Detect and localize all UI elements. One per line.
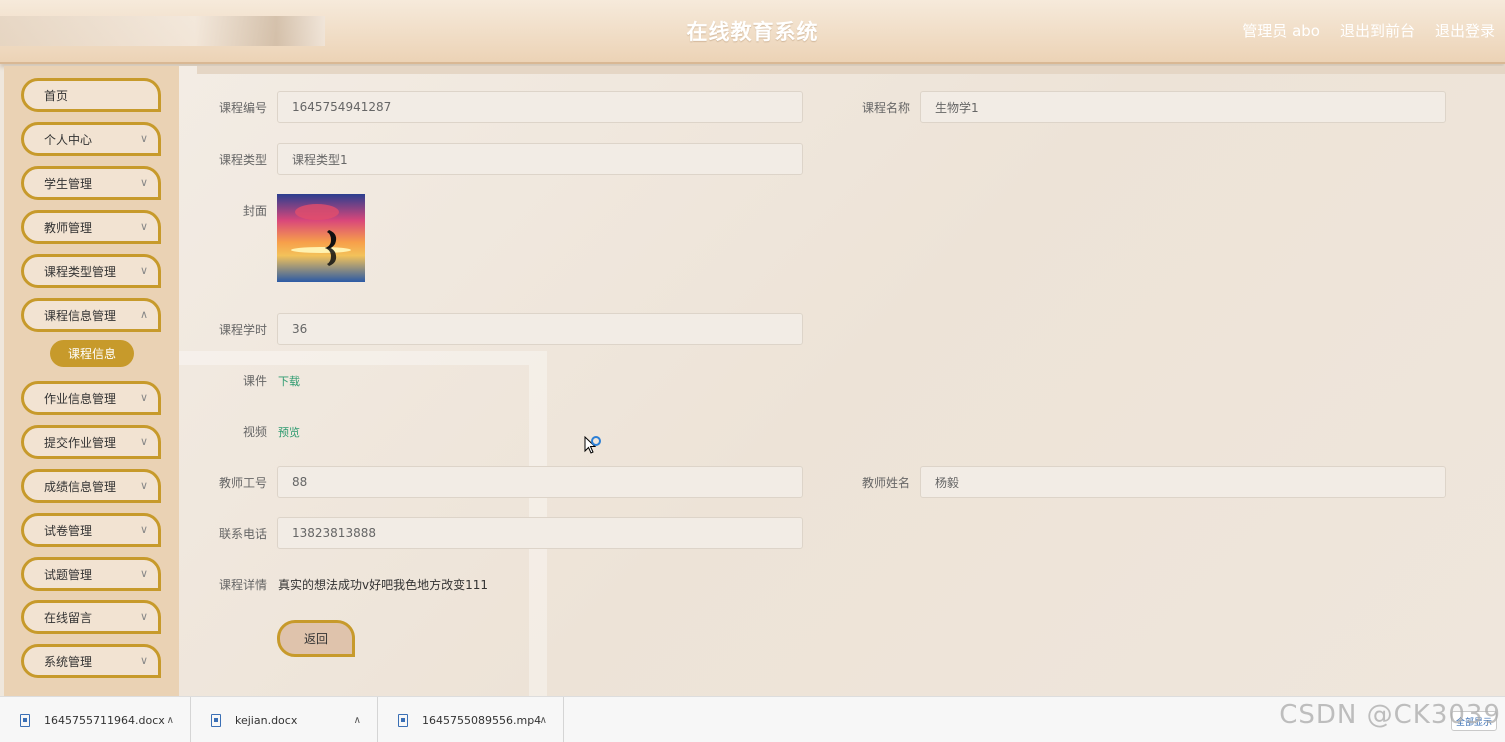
course-detail-text: 真实的想法成功v好吧我色地方改变111 bbox=[278, 578, 489, 592]
sidebar-item-label: 系统管理 bbox=[44, 654, 93, 669]
header-links: 管理员 abo 退出到前台 退出登录 bbox=[1242, 20, 1495, 41]
sidebar-item-question-management[interactable]: 试题管理 ∨ bbox=[21, 557, 161, 591]
sidebar-item-label: 提交作业管理 bbox=[44, 435, 117, 450]
download-filename: 1645755089556.mp4 bbox=[422, 713, 542, 727]
hours-field[interactable]: 36 bbox=[277, 313, 803, 345]
word-file-icon bbox=[211, 713, 221, 727]
download-item[interactable]: 1645755089556.mp4 ∧ bbox=[378, 697, 564, 742]
sidebar-item-label: 试题管理 bbox=[44, 567, 93, 582]
submenu-course-info[interactable]: 课程信息 bbox=[50, 340, 134, 367]
phone-label: 联系电话 bbox=[218, 527, 267, 541]
chevron-down-icon: ∨ bbox=[139, 479, 148, 492]
chevron-down-icon: ∨ bbox=[139, 132, 148, 145]
chevron-down-icon: ∨ bbox=[139, 654, 148, 667]
sidebar-item-system-management[interactable]: 系统管理 ∨ bbox=[21, 644, 161, 678]
main-content: 课程编号 1645754941287 课程名称 生物学1 课程类型 课程类型1 … bbox=[179, 66, 1505, 696]
download-item[interactable]: kejian.docx ∧ bbox=[191, 697, 378, 742]
sidebar-item-label: 课程类型管理 bbox=[44, 264, 117, 279]
video-label: 视频 bbox=[242, 425, 267, 439]
chevron-down-icon: ∨ bbox=[139, 176, 148, 189]
sidebar-item-label: 教师管理 bbox=[44, 220, 93, 235]
sidebar: 首页 个人中心 ∨ 学生管理 ∨ 教师管理 ∨ 课程类型管理 ∨ 课程信息管理 … bbox=[4, 66, 179, 696]
sidebar-item-label: 作业信息管理 bbox=[44, 391, 117, 406]
video-preview-link[interactable]: 预览 bbox=[278, 424, 300, 440]
admin-user-label[interactable]: 管理员 abo bbox=[1242, 20, 1320, 41]
teacher-no-label: 教师工号 bbox=[218, 476, 267, 490]
cover-label: 封面 bbox=[242, 204, 267, 218]
detail-label: 课程详情 bbox=[218, 578, 267, 592]
sidebar-item-label: 学生管理 bbox=[44, 176, 93, 191]
sidebar-item-label: 个人中心 bbox=[44, 132, 93, 147]
sidebar-item-grade-info-management[interactable]: 成绩信息管理 ∨ bbox=[21, 469, 161, 503]
chevron-down-icon: ∨ bbox=[139, 523, 148, 536]
chevron-up-icon: ∧ bbox=[139, 308, 148, 321]
course-name-label: 课程名称 bbox=[861, 101, 910, 115]
sidebar-item-label: 课程信息管理 bbox=[44, 308, 117, 323]
sidebar-item-homework-info-management[interactable]: 作业信息管理 ∨ bbox=[21, 381, 161, 415]
chevron-down-icon: ∨ bbox=[139, 264, 148, 277]
sidebar-item-label: 在线留言 bbox=[44, 610, 93, 625]
hours-label: 课程学时 bbox=[218, 323, 267, 337]
course-no-label: 课程编号 bbox=[218, 101, 267, 115]
chevron-down-icon: ∨ bbox=[139, 567, 148, 580]
sidebar-item-student-management[interactable]: 学生管理 ∨ bbox=[21, 166, 161, 200]
chevron-down-icon: ∨ bbox=[139, 220, 148, 233]
cover-image-graphic bbox=[277, 194, 365, 282]
courseware-download-link[interactable]: 下载 bbox=[278, 373, 300, 389]
mouse-cursor-icon bbox=[584, 435, 606, 462]
sidebar-item-home[interactable]: 首页 bbox=[21, 78, 161, 112]
course-type-field[interactable]: 课程类型1 bbox=[277, 143, 803, 175]
cover-image[interactable] bbox=[277, 194, 365, 282]
video-file-icon bbox=[398, 713, 408, 727]
chevron-up-icon[interactable]: ∧ bbox=[167, 715, 174, 726]
sidebar-item-label: 首页 bbox=[44, 88, 69, 103]
main-topbar bbox=[197, 66, 1505, 74]
download-filename: kejian.docx bbox=[235, 713, 298, 727]
sidebar-item-label: 成绩信息管理 bbox=[44, 479, 117, 494]
sidebar-item-course-type-management[interactable]: 课程类型管理 ∨ bbox=[21, 254, 161, 288]
watermark: CSDN @CK3039 bbox=[1279, 700, 1501, 730]
phone-field[interactable]: 13823813888 bbox=[277, 517, 803, 549]
sidebar-item-label: 试卷管理 bbox=[44, 523, 93, 538]
teacher-no-field[interactable]: 88 bbox=[277, 466, 803, 498]
exit-to-front-link[interactable]: 退出到前台 bbox=[1340, 20, 1415, 41]
download-item[interactable]: 1645755711964.docx ∧ bbox=[0, 697, 191, 742]
back-button[interactable]: 返回 bbox=[277, 620, 355, 657]
logout-link[interactable]: 退出登录 bbox=[1435, 20, 1495, 41]
sidebar-item-teacher-management[interactable]: 教师管理 ∨ bbox=[21, 210, 161, 244]
chevron-down-icon: ∨ bbox=[139, 610, 148, 623]
sidebar-item-personal-center[interactable]: 个人中心 ∨ bbox=[21, 122, 161, 156]
teacher-name-label: 教师姓名 bbox=[861, 476, 910, 490]
download-filename: 1645755711964.docx bbox=[44, 713, 165, 727]
course-name-field[interactable]: 生物学1 bbox=[920, 91, 1446, 123]
word-file-icon bbox=[20, 713, 30, 727]
sidebar-item-exam-paper-management[interactable]: 试卷管理 ∨ bbox=[21, 513, 161, 547]
sidebar-item-course-info-management[interactable]: 课程信息管理 ∧ bbox=[21, 298, 161, 332]
chevron-up-icon[interactable]: ∧ bbox=[540, 715, 547, 726]
teacher-name-field[interactable]: 杨毅 bbox=[920, 466, 1446, 498]
chevron-down-icon: ∨ bbox=[139, 435, 148, 448]
chevron-up-icon[interactable]: ∧ bbox=[354, 715, 361, 726]
course-type-label: 课程类型 bbox=[218, 153, 267, 167]
top-header: 在线教育系统 管理员 abo 退出到前台 退出登录 bbox=[0, 0, 1505, 64]
courseware-label: 课件 bbox=[242, 374, 267, 388]
course-no-field[interactable]: 1645754941287 bbox=[277, 91, 803, 123]
sidebar-item-submit-homework-management[interactable]: 提交作业管理 ∨ bbox=[21, 425, 161, 459]
chevron-down-icon: ∨ bbox=[139, 391, 148, 404]
sidebar-item-online-message[interactable]: 在线留言 ∨ bbox=[21, 600, 161, 634]
